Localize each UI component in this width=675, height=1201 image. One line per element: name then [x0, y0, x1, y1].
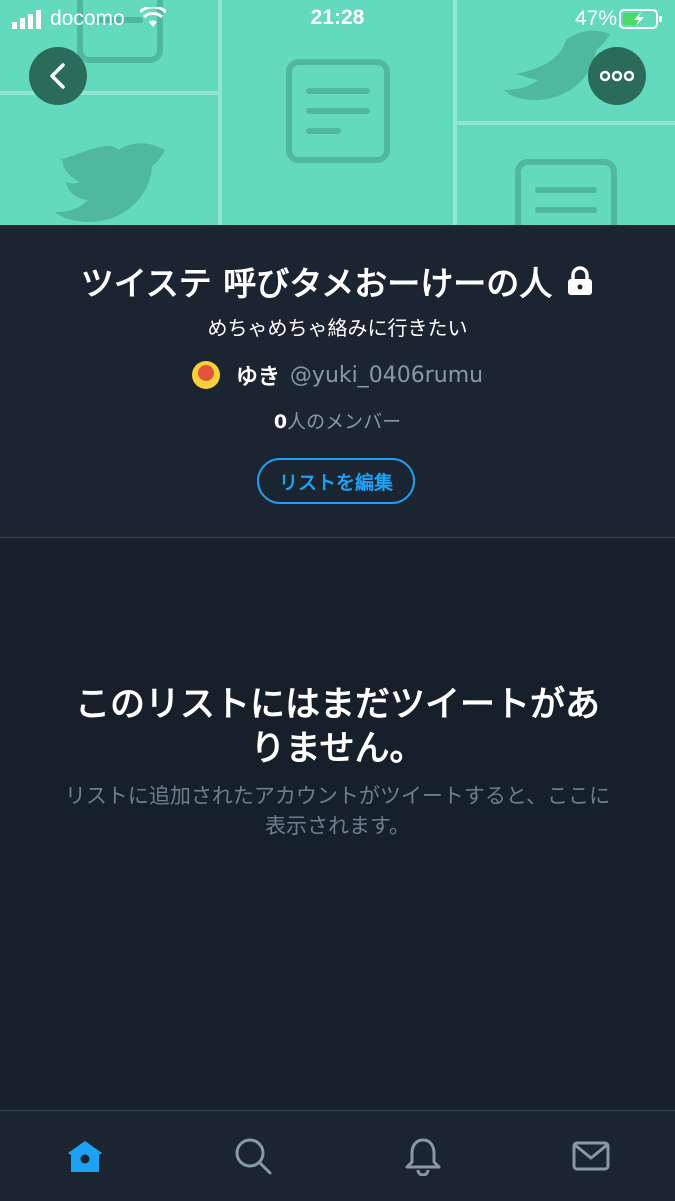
search-icon	[235, 1138, 272, 1175]
owner-name[interactable]: ゆき	[236, 359, 280, 391]
tab-search[interactable]	[232, 1135, 274, 1177]
bell-icon	[405, 1138, 441, 1176]
empty-state-title: このリストにはまだツイートがありません。	[74, 685, 600, 769]
empty-state-subtitle: リストに追加されたアカウントがツイートすると、ここに表示されます。	[64, 784, 611, 838]
divider	[0, 537, 675, 538]
clock: 21:28	[310, 6, 365, 29]
avatar[interactable]	[191, 361, 220, 389]
list-title: ツイステ 呼びタメおーけーの人	[80, 264, 553, 303]
lock-icon	[566, 266, 594, 296]
more-options-button[interactable]	[588, 47, 646, 105]
battery-percent: 47%	[574, 7, 617, 30]
member-count-label: 人のメンバー	[287, 411, 402, 433]
tab-home[interactable]	[64, 1135, 106, 1177]
more-icon	[600, 70, 634, 82]
home-icon	[68, 1141, 102, 1172]
tab-bar	[0, 1110, 675, 1201]
list-description: めちゃめちゃ絡みに行きたい	[207, 316, 468, 340]
member-count[interactable]: 0人のメンバー	[0, 407, 675, 434]
back-button[interactable]	[29, 47, 87, 105]
edit-list-button[interactable]: リストを編集	[257, 458, 415, 504]
list-title-row: ツイステ 呼びタメおーけーの人	[0, 257, 675, 305]
battery-icon	[619, 9, 662, 29]
list-info-panel: ツイステ 呼びタメおーけーの人 めちゃめちゃ絡みに行きたい ゆき @yuki_0…	[0, 225, 675, 537]
owner-handle[interactable]: @yuki_0406rumu	[290, 363, 483, 388]
tab-notifications[interactable]	[402, 1135, 444, 1177]
tab-messages[interactable]	[570, 1135, 612, 1177]
member-count-number: 0	[273, 411, 288, 433]
list-owner[interactable]: ゆき @yuki_0406rumu	[0, 359, 675, 391]
status-bar: docomo 21:28 47%	[0, 0, 675, 38]
mail-icon	[572, 1141, 610, 1171]
chevron-left-icon	[50, 63, 65, 89]
